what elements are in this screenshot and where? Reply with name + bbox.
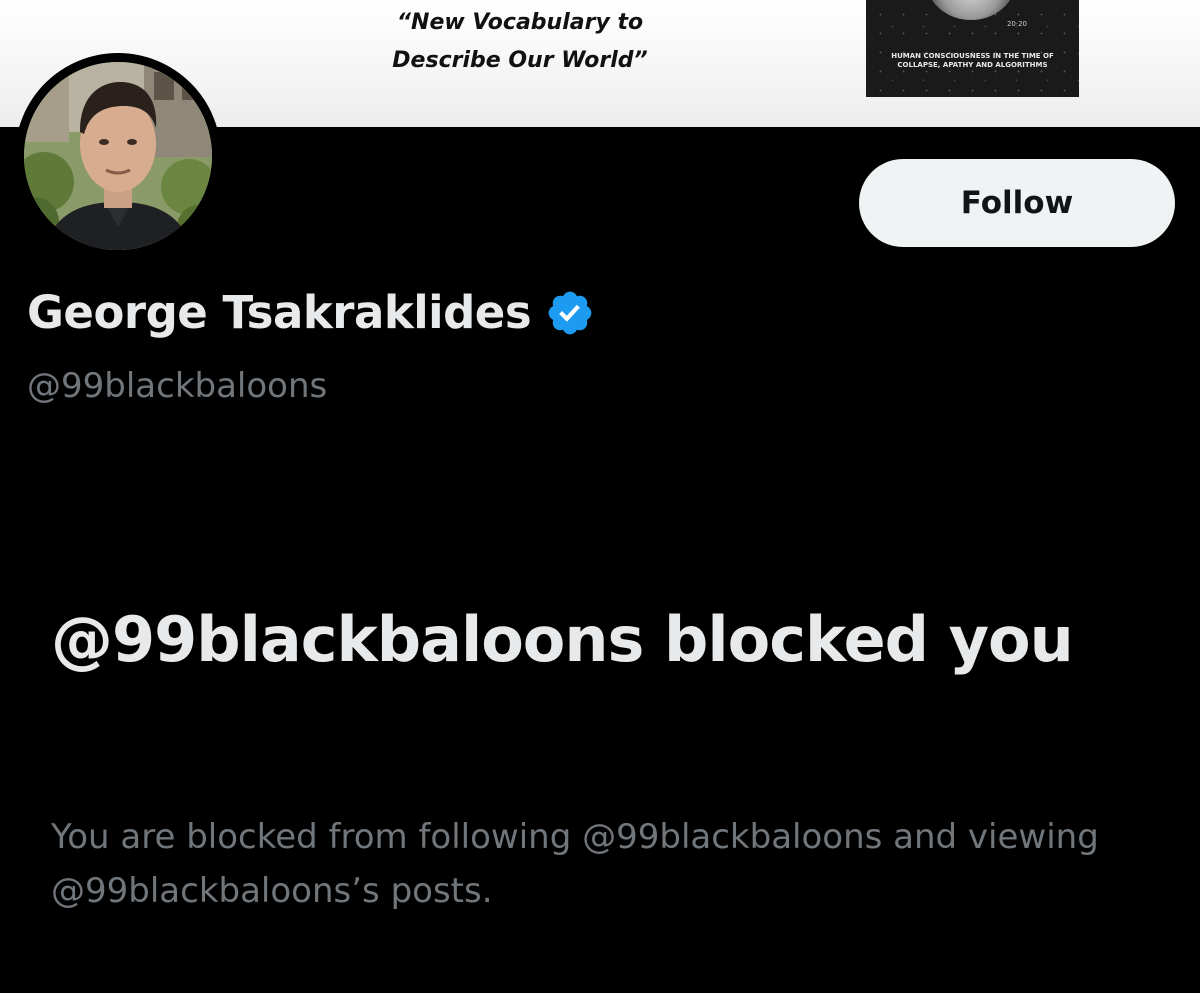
blocked-notice-description: You are blocked from following @99blackb… [51,817,1099,911]
avatar-photo [24,62,212,250]
banner-quote: “New Vocabulary to Describe Our World” [350,4,690,80]
verified-badge-icon[interactable] [545,288,595,338]
banner-quote-line: Describe Our World” [392,48,648,73]
book-subtitle-line: COLLAPSE, APATHY AND ALGORITHMS [897,61,1048,69]
display-name: George Tsakraklides [27,286,532,339]
follow-button[interactable]: Follow [859,159,1175,247]
banner-quote-line: “New Vocabulary to [396,10,644,35]
profile-name-row: George Tsakraklides [27,286,595,339]
book-subtitle: HUMAN CONSCIOUSNESS IN THE TIME OF COLLA… [866,52,1079,70]
book-subtitle-line: HUMAN CONSCIOUSNESS IN THE TIME OF [891,52,1054,60]
avatar[interactable] [24,62,212,250]
profile-handle: @99blackbaloons [27,366,328,406]
blocked-notice-title: @99blackbaloons blocked you [51,603,1074,676]
book-cover-image: 20·20 HUMAN CONSCIOUSNESS IN THE TIME OF… [866,0,1079,97]
book-edition-label: 20·20 [1006,20,1027,28]
